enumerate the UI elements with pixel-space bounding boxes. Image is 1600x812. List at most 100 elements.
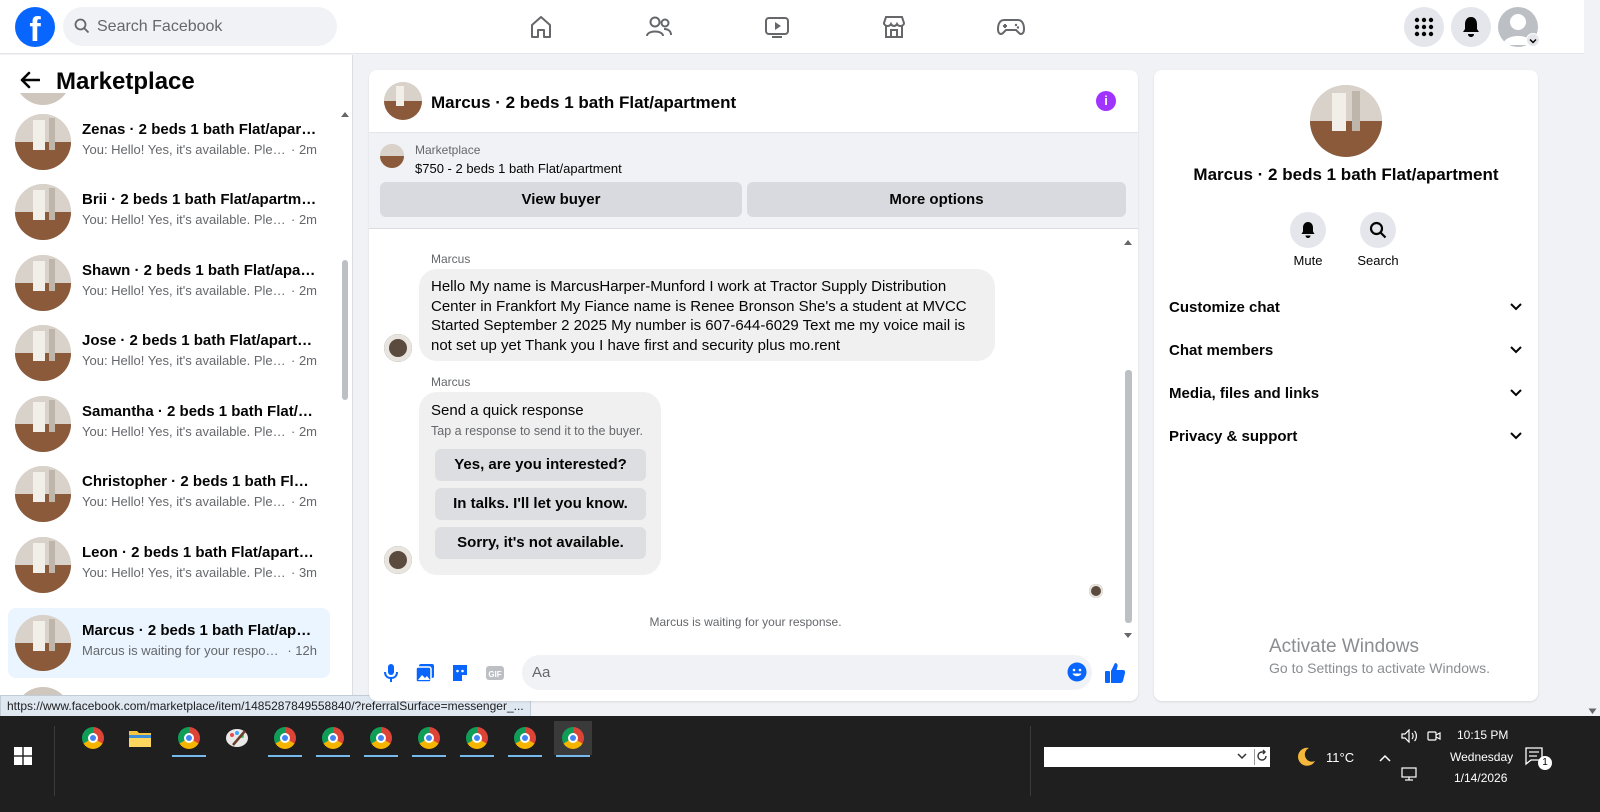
listing-avatar (15, 396, 71, 452)
scrollbar-thumb[interactable] (1125, 370, 1132, 623)
listing-title[interactable]: $750 - 2 beds 1 bath Flat/apartment (415, 161, 622, 176)
section-label: Customize chat (1169, 298, 1280, 316)
sender-avatar[interactable] (384, 546, 412, 574)
video-icon[interactable] (759, 10, 795, 44)
emoji-icon[interactable] (1067, 662, 1087, 687)
message-bubble[interactable]: Hello My name is MarcusHarper-Munford I … (419, 269, 995, 361)
view-buyer-button[interactable]: View buyer (380, 182, 742, 217)
sender-name: Marcus (431, 375, 471, 389)
chevron-down-icon[interactable] (1236, 749, 1248, 768)
account-dropdown-icon[interactable] (1526, 33, 1540, 47)
info-icon[interactable]: i (1096, 91, 1116, 111)
chrome-profile-icon[interactable] (458, 721, 496, 757)
chrome-icon[interactable] (74, 721, 112, 755)
quick-response-in-talks-button[interactable]: In talks. I'll let you know. (435, 488, 646, 520)
watermark-title: Activate Windows (1269, 636, 1419, 657)
chat-title[interactable]: Marcus · 2 beds 1 bath Flat/apartment (431, 93, 736, 113)
scrollbar-thumb[interactable] (342, 260, 348, 400)
scroll-up-arrow-icon[interactable] (340, 105, 350, 123)
notifications-bell-icon[interactable] (1451, 7, 1491, 47)
conversation-item-samantha[interactable]: Samantha · 2 beds 1 bath Flat/apartment … (8, 389, 330, 459)
conversation-item-marcus[interactable]: Marcus · 2 beds 1 bath Flat/apartment Ma… (8, 608, 330, 678)
sender-name: Marcus (431, 252, 471, 266)
search-box[interactable] (63, 7, 337, 46)
sticker-icon[interactable] (448, 661, 472, 685)
refresh-icon[interactable] (1254, 749, 1270, 765)
search-label: Search (1357, 253, 1399, 268)
contact-name: Marcus · 2 beds 1 bath Flat/apartment (1193, 165, 1499, 184)
contact-avatar[interactable] (1310, 85, 1382, 157)
sender-avatar[interactable] (384, 334, 412, 362)
microphone-icon[interactable] (379, 661, 403, 685)
volume-icon[interactable] (1401, 728, 1419, 748)
chevron-down-icon (1509, 342, 1523, 359)
quick-response-interested-button[interactable]: Yes, are you interested? (435, 449, 646, 481)
thumbs-up-icon[interactable] (1103, 661, 1127, 685)
windows-taskbar: 11°C 10:15 PM Wednesday 1/14/2026 1 (0, 716, 1600, 812)
clock-day[interactable]: Wednesday (1450, 750, 1513, 764)
mute-label: Mute (1293, 253, 1323, 268)
chrome-profile-m-icon[interactable] (170, 721, 208, 757)
conversation-name: Zenas · 2 beds 1 bath Flat/apartment (82, 121, 317, 138)
friends-icon[interactable] (641, 10, 677, 44)
listing-avatar (15, 255, 71, 311)
network-icon[interactable] (1401, 767, 1417, 786)
scroll-down-arrow-icon[interactable] (1123, 627, 1133, 645)
search-in-conversation-button[interactable]: Search (1348, 212, 1408, 268)
photo-gallery-icon[interactable] (413, 661, 437, 685)
avatar (15, 93, 71, 105)
chrome-profile-active-icon[interactable] (554, 721, 592, 757)
privacy-support-section[interactable]: Privacy & support (1169, 421, 1523, 451)
paint-icon[interactable] (218, 721, 256, 755)
meet-now-icon[interactable] (1427, 729, 1441, 748)
menu-grid-icon[interactable] (1404, 7, 1444, 47)
chrome-profile-icon[interactable] (506, 721, 544, 757)
chrome-profile-icon[interactable] (362, 721, 400, 757)
bell-icon (1290, 212, 1326, 248)
windows-start-icon[interactable] (14, 747, 32, 770)
conversation-item-shawn[interactable]: Shawn · 2 beds 1 bath Flat/apartment You… (8, 248, 330, 318)
quick-response-not-available-button[interactable]: Sorry, it's not available. (435, 527, 646, 559)
message-input[interactable] (532, 655, 1052, 690)
customize-chat-section[interactable]: Customize chat (1169, 292, 1523, 322)
gaming-icon[interactable] (993, 10, 1029, 44)
section-label: Privacy & support (1169, 427, 1298, 445)
chrome-profile-icon[interactable] (314, 721, 352, 757)
clock-date[interactable]: 1/14/2026 (1454, 771, 1507, 785)
back-arrow-icon[interactable] (20, 71, 41, 94)
search-icon (74, 18, 90, 39)
conversation-item-brii[interactable]: Brii · 2 beds 1 bath Flat/apartment You:… (8, 177, 330, 247)
more-options-button[interactable]: More options (747, 182, 1126, 217)
clock-time[interactable]: 10:15 PM (1457, 728, 1508, 742)
chat-members-section[interactable]: Chat members (1169, 335, 1523, 365)
taskbar-divider (1030, 726, 1031, 796)
chrome-profile-icon[interactable] (266, 721, 304, 757)
conversation-preview: You: Hello! Yes, it's available. Please … (82, 565, 317, 580)
marketplace-icon[interactable] (876, 10, 912, 44)
gif-icon[interactable]: GIF (483, 661, 507, 685)
listing-thumbnail (380, 144, 404, 168)
taskbar-address-box[interactable] (1044, 747, 1270, 767)
search-icon (1360, 212, 1396, 248)
conversation-name: Christopher · 2 beds 1 bath Flat/apartme… (82, 473, 317, 490)
conversation-item-leon[interactable]: Leon · 2 beds 1 bath Flat/apartment You:… (8, 530, 330, 600)
home-icon[interactable] (523, 10, 559, 44)
chrome-profile-icon[interactable] (410, 721, 448, 757)
chevron-up-icon[interactable] (1378, 750, 1392, 768)
scroll-up-arrow-icon[interactable] (1123, 233, 1133, 251)
quick-response-subtitle: Tap a response to send it to the buyer. (431, 424, 643, 438)
mute-button[interactable]: Mute (1278, 212, 1338, 268)
page-scrollbar[interactable] (1584, 54, 1600, 716)
conversation-preview: You: Hello! Yes, it's available. Please … (82, 353, 317, 368)
search-input[interactable] (97, 7, 327, 46)
facebook-logo[interactable]: f (15, 7, 55, 47)
message-composer[interactable] (522, 655, 1092, 690)
file-explorer-icon[interactable] (121, 721, 159, 755)
conversation-item-christopher[interactable]: Christopher · 2 beds 1 bath Flat/apartme… (8, 459, 330, 529)
conversation-item-jose[interactable]: Jose · 2 beds 1 bath Flat/apartment You:… (8, 318, 330, 388)
conversation-item-zenas[interactable]: Zenas · 2 beds 1 bath Flat/apartment You… (8, 107, 330, 177)
temperature[interactable]: 11°C (1326, 750, 1354, 765)
contact-avatar[interactable] (384, 82, 422, 120)
media-files-links-section[interactable]: Media, files and links (1169, 378, 1523, 408)
moon-weather-icon[interactable] (1295, 746, 1317, 773)
